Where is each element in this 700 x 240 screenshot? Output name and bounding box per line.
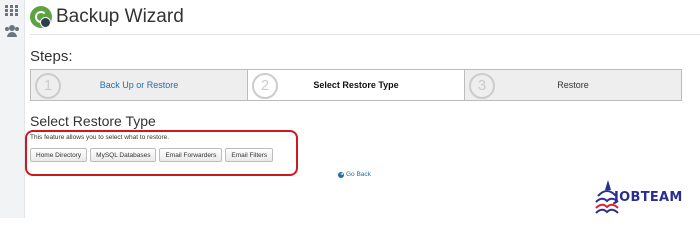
step-label-1[interactable]: Back Up or Restore [100, 80, 179, 90]
back-arrow-icon [338, 171, 344, 178]
step-back-up-or-restore[interactable]: 1 Back Up or Restore [31, 70, 247, 100]
section-heading: Select Restore Type [30, 113, 156, 129]
step-number-2: 2 [252, 73, 278, 99]
home-directory-button[interactable]: Home Directory [30, 148, 88, 162]
step-restore: 3 Restore [465, 70, 681, 100]
mysql-databases-button[interactable]: MySQL Databases [90, 148, 157, 162]
left-sidebar [0, 0, 25, 218]
title-divider [30, 34, 700, 35]
jobteam-watermark: JOBTEAM [592, 176, 700, 218]
step-label-3: Restore [557, 80, 589, 90]
step-label-2: Select Restore Type [313, 80, 399, 90]
email-forwarders-button[interactable]: Email Forwarders [159, 148, 223, 162]
step-number-1: 1 [35, 73, 61, 99]
step-number-3: 3 [469, 73, 495, 99]
page-title: Backup Wizard [56, 6, 184, 27]
users-icon[interactable] [5, 25, 19, 37]
go-back-label[interactable]: Go Back [346, 171, 371, 178]
steps-progress-bar: 1 Back Up or Restore 2 Select Restore Ty… [30, 69, 682, 101]
steps-heading: Steps: [30, 48, 73, 65]
go-back-link[interactable]: Go Back [338, 171, 371, 178]
step-select-restore-type: 2 Select Restore Type [247, 70, 465, 100]
email-filters-button[interactable]: Email Filters [225, 148, 274, 162]
section-description: This feature allows you to select what t… [30, 134, 170, 141]
grid-icon[interactable] [5, 5, 19, 17]
backup-wizard-icon [30, 6, 52, 28]
restore-type-buttons: Home Directory MySQL Databases Email For… [30, 148, 274, 162]
watermark-text: JOBTEAM [614, 190, 683, 205]
